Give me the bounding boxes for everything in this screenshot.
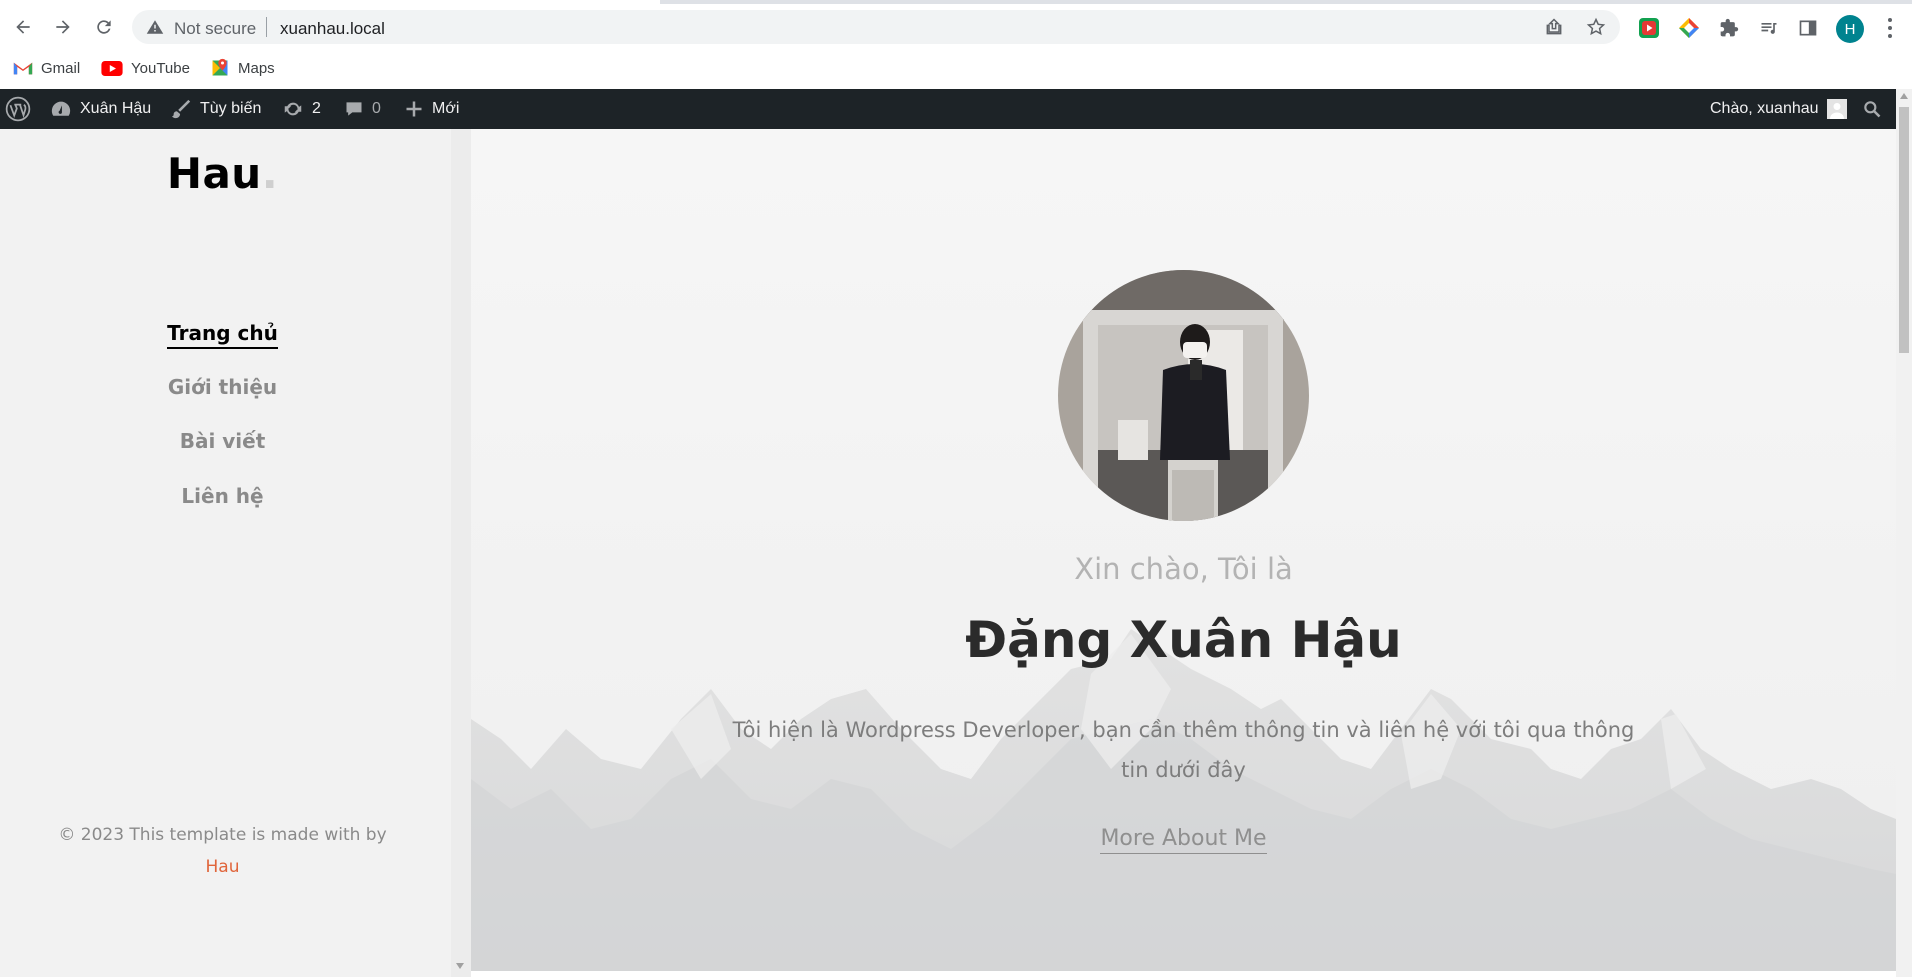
footer-copyright: © 2023 This template is made with by Hau [0, 819, 445, 883]
hero-intro-text: Tôi hiện là Wordpress Deverloper, bạn cầ… [732, 718, 1635, 782]
side-panel-icon[interactable] [1797, 17, 1819, 39]
extension-video-icon[interactable] [1638, 17, 1660, 39]
nav-item-posts[interactable]: Bài viết [0, 429, 445, 453]
profile-initial: H [1844, 20, 1856, 38]
updates-icon [284, 102, 302, 116]
logo-dot: . [261, 149, 279, 198]
nav-label: Trang chủ [167, 321, 278, 349]
account-greeting: Chào, xuanhau [1710, 100, 1819, 117]
new-content-link[interactable]: Mới [404, 89, 459, 129]
bookmark-maps[interactable]: Maps [210, 56, 275, 80]
bookmark-label: YouTube [131, 59, 190, 77]
nav-item-about[interactable]: Giới thiệu [0, 375, 445, 399]
sidebar-scroll-down-arrow[interactable] [456, 963, 464, 969]
site-name-link[interactable]: Xuân Hậu [50, 89, 151, 129]
security-label[interactable]: Not secure [174, 19, 256, 39]
comment-icon [346, 102, 362, 116]
bookmark-label: Gmail [41, 59, 81, 77]
gmail-icon [13, 62, 33, 74]
maps-icon [212, 58, 228, 76]
comments-count: 0 [372, 100, 381, 117]
nav-label: Giới thiệu [167, 375, 278, 399]
search-icon [1864, 101, 1881, 118]
more-about-me-link[interactable]: More About Me [471, 826, 1896, 854]
site-logo[interactable]: Hau. [0, 149, 445, 198]
profile-avatar[interactable]: H [1836, 15, 1864, 43]
dashboard-icon [51, 101, 71, 116]
new-label: Mới [432, 100, 460, 117]
warning-icon [146, 20, 164, 34]
bookmarks-bar: Gmail YouTube Maps [0, 48, 1912, 88]
wordpress-logo-button[interactable] [5, 89, 31, 129]
copyright-text: © 2023 This template is made with by [58, 825, 387, 845]
wordpress-icon [5, 96, 31, 122]
customize-label: Tùy biến [200, 100, 262, 117]
reload-button[interactable] [91, 14, 117, 40]
browser-menu-icon[interactable] [1880, 16, 1900, 40]
forward-button[interactable] [50, 14, 76, 40]
bookmark-star-icon[interactable] [1586, 17, 1606, 37]
nav-item-contact[interactable]: Liên hệ [0, 484, 445, 508]
site-name: Xuân Hậu [80, 100, 152, 117]
sidebar-divider [451, 129, 471, 977]
page-scrollbar[interactable] [1896, 89, 1912, 977]
scrollbar-thumb[interactable] [1899, 107, 1909, 353]
bookmark-label: Maps [238, 59, 275, 77]
reading-list-icon[interactable] [1758, 17, 1780, 39]
bookmark-gmail[interactable]: Gmail [13, 56, 80, 80]
hero-name: Đặng Xuân Hậu [965, 611, 1402, 669]
customize-link[interactable]: Tùy biến [170, 89, 261, 129]
admin-search-button[interactable] [1862, 89, 1882, 129]
extension-color-icon[interactable] [1678, 17, 1700, 39]
address-bar[interactable]: Not secure xuanhau.local [132, 10, 1620, 44]
cta-label: More About Me [1100, 826, 1267, 854]
share-icon[interactable] [1544, 17, 1564, 37]
youtube-icon [101, 60, 123, 76]
hero-greeting: Xin chào, Tôi là [1074, 552, 1293, 586]
browser-toolbar: Not secure xuanhau.local H [0, 4, 1912, 48]
hero-section: Xin chào, Tôi là Đặng Xuân Hậu Tôi hiện … [471, 129, 1896, 971]
my-account-link[interactable]: Chào, xuanhau [1710, 89, 1847, 129]
bookmark-youtube[interactable]: YouTube [101, 56, 190, 80]
reload-icon [97, 20, 111, 34]
site-sidebar: Hau. Trang chủ Giới thiệu Bài viết Liên … [0, 129, 451, 977]
paintbrush-icon [171, 99, 191, 119]
back-button[interactable] [10, 14, 36, 40]
arrow-right-icon [56, 20, 70, 34]
url-text[interactable]: xuanhau.local [280, 19, 385, 39]
plus-icon [406, 101, 422, 117]
logo-text: Hau [166, 149, 262, 198]
copyright-author-link[interactable]: Hau [0, 851, 445, 883]
wp-admin-bar: Xuân Hậu Tùy biến 2 0 Mới Chào, xuanhau [0, 89, 1896, 129]
arrow-left-icon [16, 20, 30, 34]
nav-item-home[interactable]: Trang chủ [0, 321, 445, 349]
extensions-puzzle-icon[interactable] [1718, 17, 1740, 39]
scroll-up-arrow[interactable] [1900, 93, 1908, 99]
nav-label: Bài viết [179, 429, 266, 453]
updates-link[interactable]: 2 [282, 89, 321, 129]
comments-link[interactable]: 0 [344, 89, 381, 129]
omnibox-divider [266, 17, 267, 37]
updates-count: 2 [312, 100, 321, 117]
profile-photo [1058, 270, 1309, 521]
user-avatar-icon [1826, 99, 1847, 119]
nav-label: Liên hệ [181, 484, 264, 508]
